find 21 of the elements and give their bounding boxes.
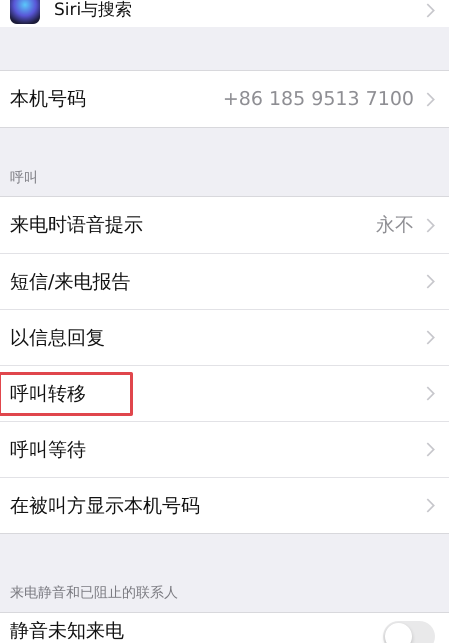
chevron-icon <box>426 498 435 513</box>
chevron-icon <box>426 92 435 106</box>
settings-row[interactable]: 在被叫方显示本机号码 <box>0 477 449 533</box>
row-label: 静音未知来电 <box>10 619 125 643</box>
chevron-icon <box>426 330 435 345</box>
settings-row[interactable]: 呼叫转移 <box>0 365 449 421</box>
settings-row[interactable]: 短信/来电报告 <box>0 253 449 309</box>
section-header: 呼叫 <box>10 169 38 187</box>
row-label: Siri与搜索 <box>54 0 134 20</box>
chevron-icon <box>426 274 435 289</box>
settings-row[interactable]: 以信息回复 <box>0 309 449 365</box>
toggle-switch[interactable] <box>383 621 435 643</box>
settings-row[interactable]: 呼叫等待 <box>0 421 449 477</box>
siri-icon <box>10 0 40 24</box>
chevron-icon <box>426 442 435 457</box>
phone-number-row[interactable]: 本机号码 +86 185 9513 7100 <box>0 71 449 127</box>
settings-row[interactable]: 来电时语音提示 永不 <box>0 197 449 253</box>
chevron-icon <box>426 218 435 232</box>
chevron-icon <box>426 3 435 18</box>
section-header: 来电静音和已阻止的联系人 <box>10 584 178 602</box>
chevron-icon <box>426 386 435 401</box>
